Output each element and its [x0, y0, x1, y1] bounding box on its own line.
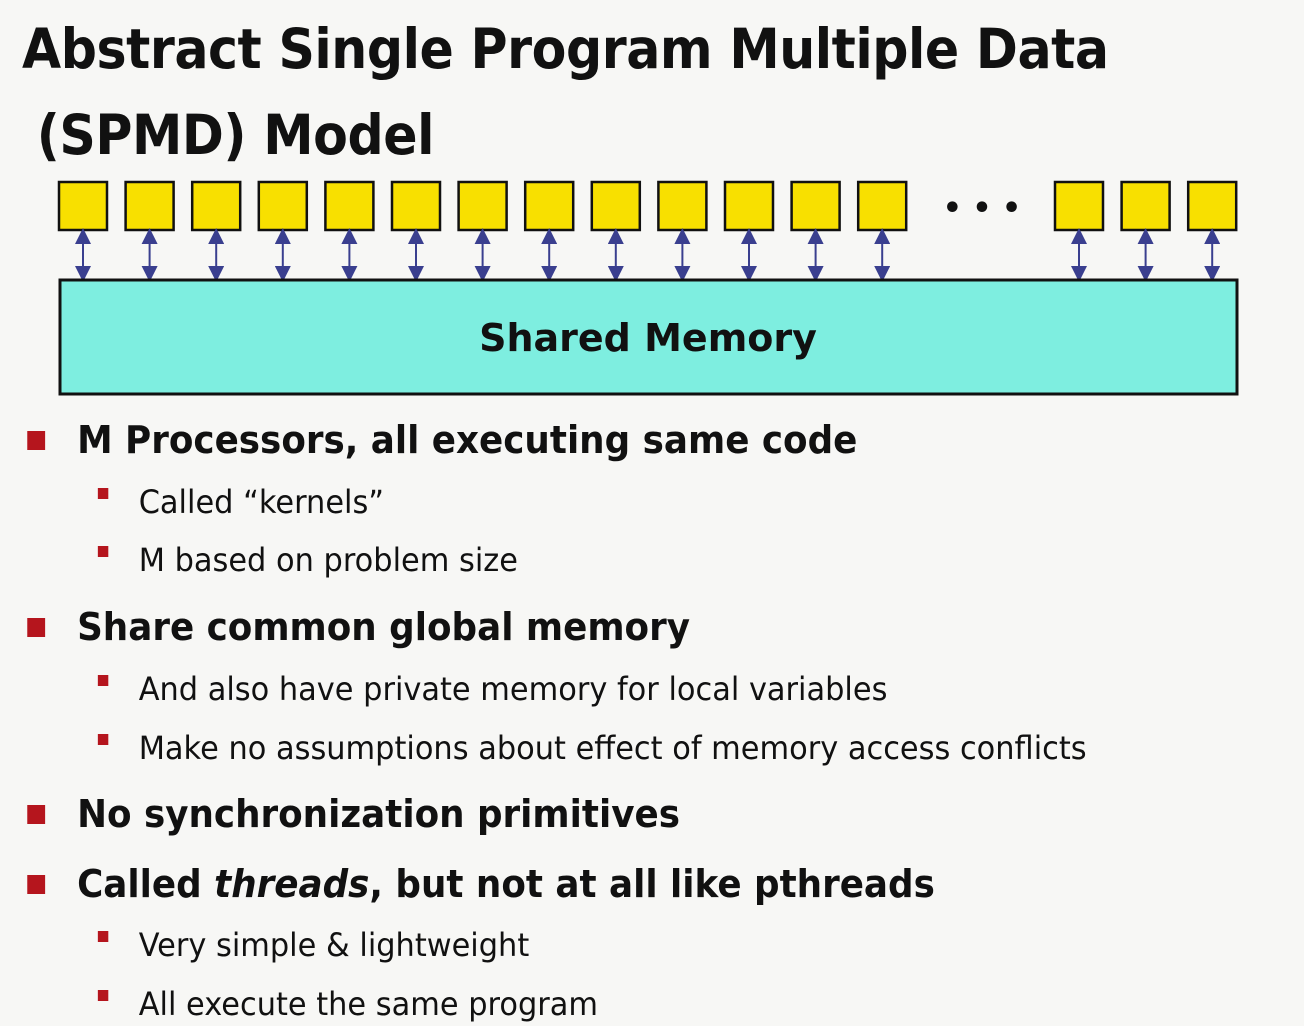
- sub-bullet-marker: [97, 488, 109, 499]
- bullet-marker: [27, 875, 46, 894]
- processor-box: [1120, 180, 1171, 232]
- processor-box: [57, 180, 109, 232]
- processor-box: [790, 180, 841, 232]
- processor-box: [190, 180, 242, 232]
- processor-box: [657, 180, 708, 232]
- processor-box: [523, 180, 575, 232]
- processor-box: [590, 180, 642, 232]
- processor-row: [57, 180, 1238, 232]
- processor-box: [124, 180, 175, 232]
- shared-memory-label: Shared Memory: [479, 316, 817, 360]
- processor-box: [390, 180, 442, 232]
- processor-box: [257, 180, 309, 232]
- title-line-1: Abstract Single Program Multiple Data: [22, 17, 1109, 81]
- bullet-marker: [27, 805, 46, 824]
- sub-bullet-marker: [97, 734, 109, 745]
- sub-bullet-marker: [97, 546, 109, 557]
- spmd-diagram: • • • Shared Memory: [57, 180, 1239, 396]
- processor-box: [324, 180, 375, 232]
- slide-title: Abstract Single Program Multiple Data (S…: [22, 6, 1109, 178]
- processor-box: [457, 180, 508, 232]
- sub-bullet-marker: [97, 675, 109, 686]
- bullet-marker: [27, 618, 46, 637]
- sub-bullet-marker: [97, 990, 109, 1001]
- processor-box: [856, 180, 908, 232]
- processor-box: [1053, 180, 1105, 232]
- title-line-2: (SPMD) Model: [36, 103, 435, 167]
- bullet-marker: [27, 431, 46, 450]
- access-arrows: [75, 228, 1221, 282]
- sub-bullet-marker: [97, 931, 109, 942]
- processor-box: [723, 180, 775, 232]
- processor-box: [1186, 180, 1238, 232]
- ellipsis: • • •: [943, 191, 1021, 226]
